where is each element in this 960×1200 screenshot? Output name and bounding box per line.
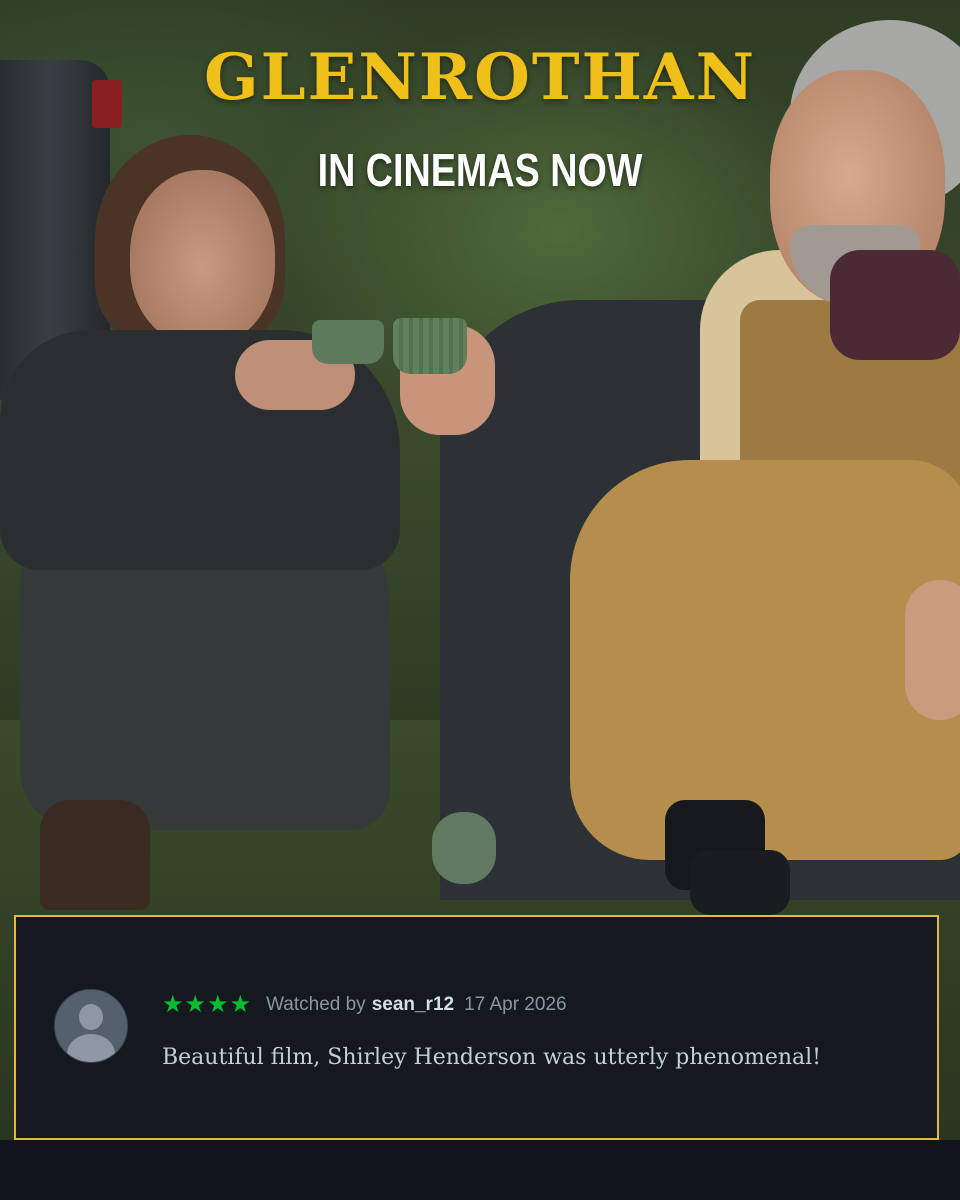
avatar-shoulders xyxy=(67,1034,115,1062)
cup-left xyxy=(312,320,384,364)
release-tagline: IN CINEMAS NOW xyxy=(317,144,643,196)
review-date: 17 Apr 2026 xyxy=(464,994,567,1015)
user-silhouette-icon[interactable] xyxy=(54,989,128,1063)
review-body: Beautiful film, Shirley Henderson was ut… xyxy=(162,1045,822,1070)
man-shoe xyxy=(690,850,790,915)
man-trousers xyxy=(570,460,960,860)
bottom-band xyxy=(0,1140,960,1200)
man-hand xyxy=(905,580,960,720)
film-title: GLENROTHAN xyxy=(203,40,757,115)
review-meta: ★★★★ Watched by sean_r12 17 Apr 2026 xyxy=(162,993,567,1017)
review-card: ★★★★ Watched by sean_r12 17 Apr 2026 Bea… xyxy=(14,915,939,1140)
watched-by-label: Watched by xyxy=(266,994,366,1015)
cup-right xyxy=(393,318,467,374)
reviewer-username-link[interactable]: sean_r12 xyxy=(372,994,454,1016)
avatar-head xyxy=(79,1004,103,1030)
woman-boot xyxy=(40,800,150,910)
cup-on-ground xyxy=(432,812,496,884)
star-rating: ★★★★ xyxy=(162,991,253,1018)
man-scarf xyxy=(830,250,960,360)
